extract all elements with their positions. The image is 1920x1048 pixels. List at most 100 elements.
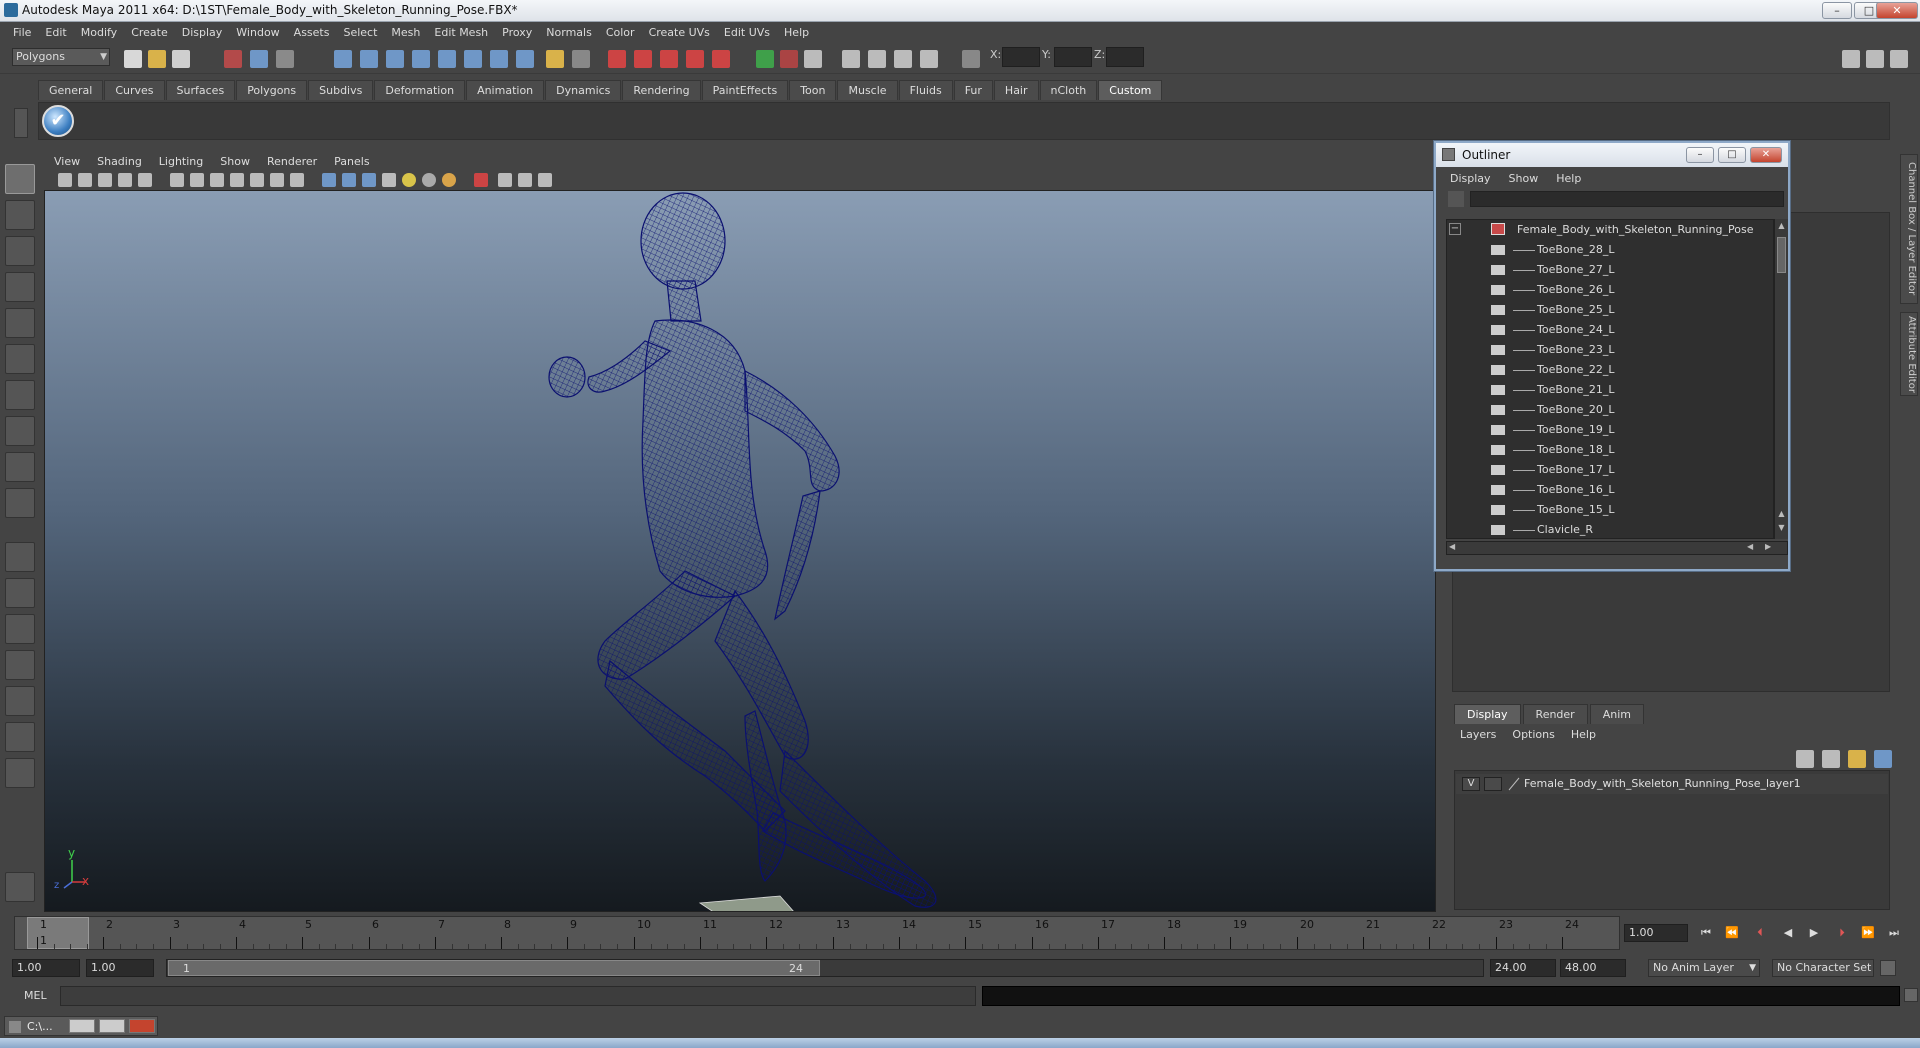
- select-object-icon[interactable]: [250, 50, 268, 68]
- shelf-tab-toon[interactable]: Toon: [789, 80, 837, 100]
- camera-select-icon[interactable]: [58, 173, 72, 187]
- snap-grid-icon[interactable]: [334, 50, 352, 68]
- textured-icon[interactable]: [382, 173, 396, 187]
- channel-box-icon[interactable]: [894, 50, 912, 68]
- go-to-start-icon[interactable]: ⏮: [1698, 926, 1714, 940]
- new-layer-selected-icon[interactable]: [1822, 750, 1840, 768]
- shelf-tab-ncloth[interactable]: nCloth: [1039, 80, 1098, 100]
- graph-persp-layout-icon[interactable]: [5, 686, 35, 716]
- layer-visibility-toggle[interactable]: V: [1462, 777, 1480, 791]
- wireframe-icon[interactable]: [322, 173, 336, 187]
- viewport-menu-renderer[interactable]: Renderer: [267, 155, 317, 168]
- smooth-shade-icon[interactable]: [342, 173, 356, 187]
- os-taskbar[interactable]: [0, 1038, 1920, 1048]
- outliner-item[interactable]: ToeBone_22_L: [1447, 360, 1773, 380]
- play-forward-icon[interactable]: ▶: [1806, 926, 1822, 940]
- layout-options-icon[interactable]: [5, 758, 35, 788]
- outliner-item[interactable]: ToeBone_17_L: [1447, 460, 1773, 480]
- selection-set-icon[interactable]: [572, 50, 590, 68]
- outliner-item[interactable]: ToeBone_15_L: [1447, 500, 1773, 520]
- outliner-item[interactable]: ToeBone_16_L: [1447, 480, 1773, 500]
- anim-layer-dropdown[interactable]: No Anim Layer ▼: [1648, 959, 1760, 977]
- animation-end-field[interactable]: 48.00: [1560, 959, 1626, 977]
- outliner-minimize-button[interactable]: –: [1686, 147, 1714, 163]
- ipr-render-icon[interactable]: [634, 50, 652, 68]
- outliner-item[interactable]: ToeBone_28_L: [1447, 240, 1773, 260]
- outliner-item[interactable]: ToeBone_18_L: [1447, 440, 1773, 460]
- menu-color[interactable]: Color: [599, 26, 642, 39]
- menu-window[interactable]: Window: [229, 26, 286, 39]
- rotate-tool-icon[interactable]: [5, 308, 35, 338]
- close-button[interactable]: ✕: [1876, 2, 1918, 19]
- outliner-persp-layout-icon[interactable]: [5, 614, 35, 644]
- output-ops-icon[interactable]: [780, 50, 798, 68]
- move-tool-icon[interactable]: [5, 272, 35, 302]
- menu-file[interactable]: File: [6, 26, 38, 39]
- viewport-menu-view[interactable]: View: [54, 155, 80, 168]
- character-set-dropdown[interactable]: No Character Set: [1772, 959, 1874, 977]
- shelf-tab-rendering[interactable]: Rendering: [622, 80, 701, 100]
- step-back-key-icon[interactable]: ⏪: [1724, 926, 1740, 940]
- outliner-item[interactable]: Clavicle_R: [1447, 520, 1773, 538]
- shelf-tab-painteffects[interactable]: PaintEffects: [701, 80, 789, 100]
- outliner-filter-icon[interactable]: [1448, 191, 1464, 207]
- menu-mesh[interactable]: Mesh: [384, 26, 427, 39]
- step-forward-key-icon[interactable]: ⏩: [1860, 926, 1876, 940]
- channel-box-side-tab[interactable]: Channel Box / Layer Editor: [1900, 154, 1918, 304]
- outliner-item[interactable]: ToeBone_25_L: [1447, 300, 1773, 320]
- backface-culling-icon[interactable]: [538, 173, 552, 187]
- shelf-menu-icon[interactable]: [14, 108, 28, 138]
- safe-title-icon[interactable]: [290, 173, 304, 187]
- menu-edit-uvs[interactable]: Edit UVs: [717, 26, 777, 39]
- menu-edit[interactable]: Edit: [38, 26, 73, 39]
- step-forward-frame-icon[interactable]: ⏵: [1834, 926, 1850, 940]
- layer-menu-options[interactable]: Options: [1512, 728, 1554, 741]
- absolute-transform-icon[interactable]: [962, 50, 980, 68]
- scale-tool-icon[interactable]: [5, 344, 35, 374]
- perspective-viewport[interactable]: [44, 190, 1436, 912]
- restore-button[interactable]: [69, 1019, 95, 1033]
- outliner-item[interactable]: ToeBone_27_L: [1447, 260, 1773, 280]
- save-scene-icon[interactable]: [172, 50, 190, 68]
- universal-manip-icon[interactable]: [5, 380, 35, 410]
- grid-icon[interactable]: [170, 173, 184, 187]
- viewport-menu-panels[interactable]: Panels: [334, 155, 369, 168]
- range-slider-thumb[interactable]: 1 24: [168, 960, 820, 976]
- layer-tab-anim[interactable]: Anim: [1589, 704, 1644, 724]
- scroll-up-lower-icon[interactable]: ▲: [1776, 509, 1787, 519]
- script-editor-icon[interactable]: [1904, 988, 1918, 1002]
- layer-menu-help[interactable]: Help: [1571, 728, 1596, 741]
- layer-color-swatch-icon[interactable]: [1508, 777, 1520, 791]
- outliner-search-input[interactable]: [1470, 191, 1784, 207]
- xray-icon[interactable]: [498, 173, 512, 187]
- outliner-item[interactable]: ToeBone_23_L: [1447, 340, 1773, 360]
- snap-view-plane-icon[interactable]: [412, 50, 430, 68]
- attribute-editor-icon[interactable]: [842, 50, 860, 68]
- safe-action-icon[interactable]: [270, 173, 284, 187]
- render-frame-icon[interactable]: [608, 50, 626, 68]
- outliner-close-button[interactable]: ✕: [1750, 147, 1782, 163]
- shadows-icon[interactable]: [422, 173, 436, 187]
- select-tool-icon[interactable]: [5, 164, 35, 194]
- camera-attributes-icon[interactable]: [78, 173, 92, 187]
- scroll-right-icon[interactable]: ▶: [1765, 542, 1771, 551]
- select-component-icon[interactable]: [276, 50, 294, 68]
- help-icon[interactable]: [516, 50, 534, 68]
- make-live-icon[interactable]: [438, 50, 456, 68]
- menu-select[interactable]: Select: [336, 26, 384, 39]
- image-plane-icon[interactable]: [118, 173, 132, 187]
- last-tool-icon[interactable]: [5, 488, 35, 518]
- playback-end-field[interactable]: 24.00: [1490, 959, 1556, 977]
- menu-edit-mesh[interactable]: Edit Mesh: [427, 26, 495, 39]
- shelf-tab-hair[interactable]: Hair: [993, 80, 1039, 100]
- hypershade-icon[interactable]: [686, 50, 704, 68]
- single-pane-layout-icon[interactable]: [5, 542, 35, 572]
- outliner-vertical-scrollbar[interactable]: ▲ ▲ ▼: [1774, 219, 1788, 539]
- menu-normals[interactable]: Normals: [539, 26, 599, 39]
- close-small-button[interactable]: [129, 1019, 155, 1033]
- wireframe-on-shaded-icon[interactable]: [362, 173, 376, 187]
- scroll-left-icon[interactable]: ◀: [1449, 542, 1455, 551]
- maximize-small-button[interactable]: [99, 1019, 125, 1033]
- layer-playback-toggle[interactable]: [1484, 777, 1502, 791]
- render-settings-icon[interactable]: [660, 50, 678, 68]
